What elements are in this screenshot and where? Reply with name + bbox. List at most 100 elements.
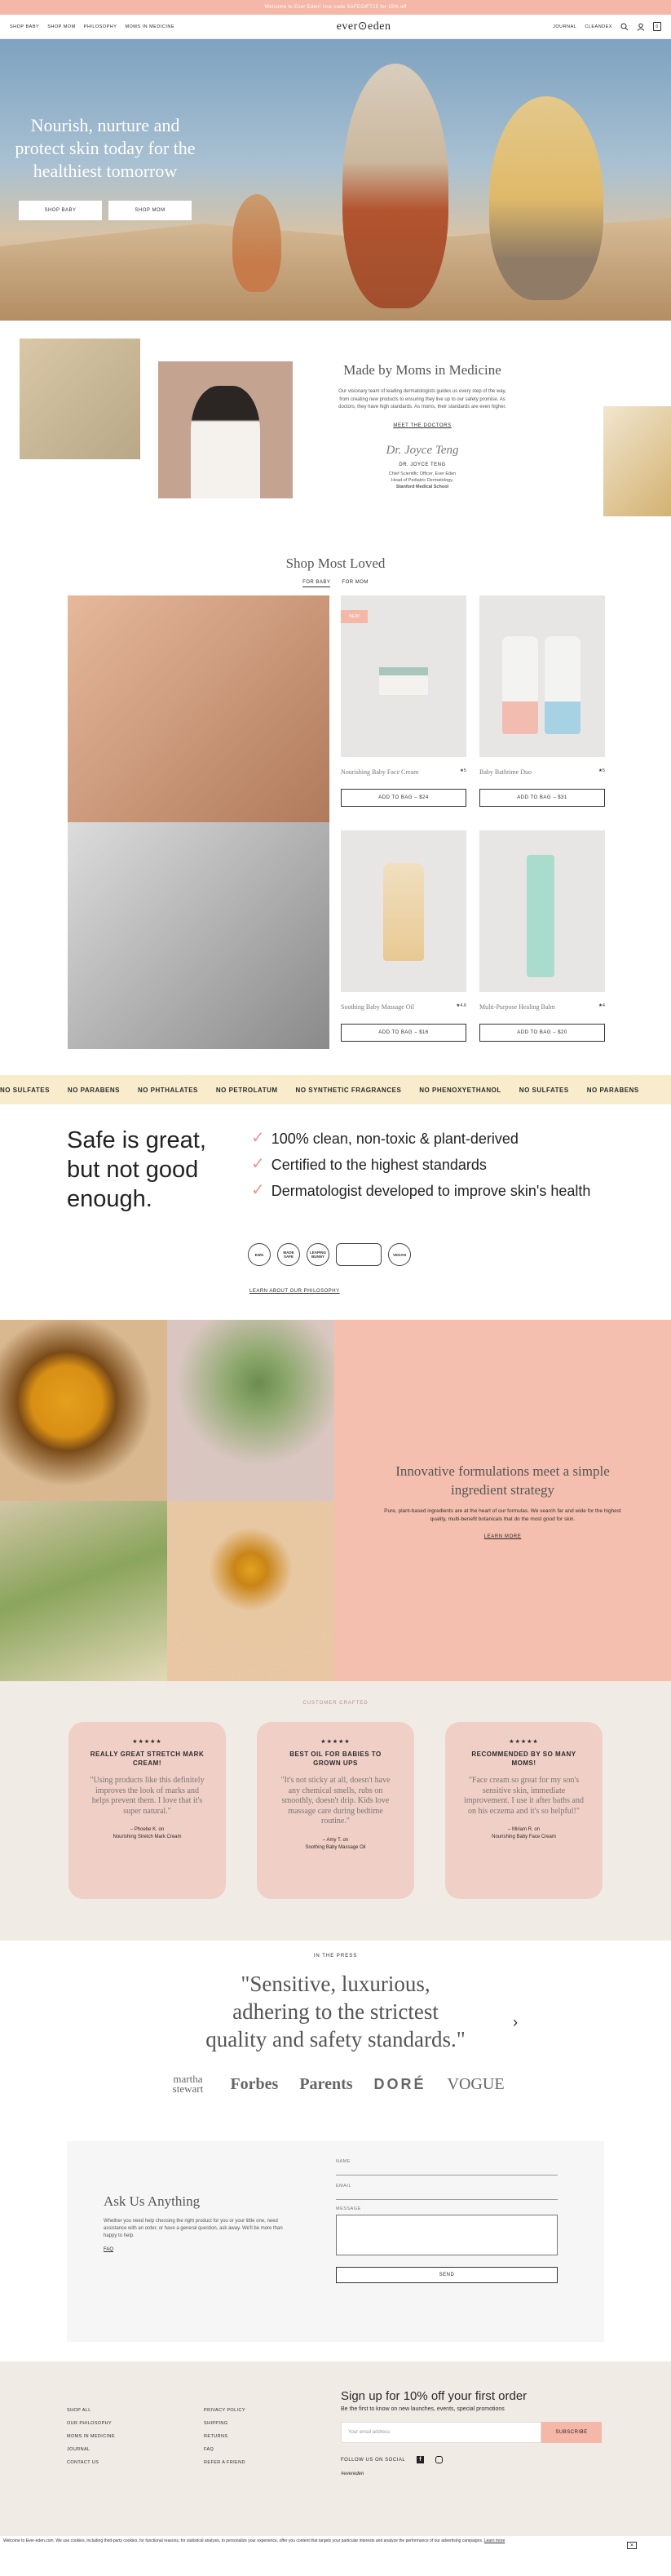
tab-for-baby[interactable]: FOR BABY — [302, 580, 331, 587]
shop-baby-button[interactable]: SHOP BABY — [19, 201, 102, 220]
nav-philosophy[interactable]: PHILOSOPHY — [84, 24, 117, 29]
nav-right: JOURNAL CLEANDEX 0 — [553, 22, 661, 31]
shop-mom-button[interactable]: SHOP MOM — [108, 201, 192, 220]
face-cream-jar — [379, 667, 428, 695]
most-loved-title: Shop Most Loved — [285, 555, 386, 571]
marquee-item: NO PHENOXYETHANOL — [419, 1086, 501, 1094]
product-image[interactable] — [479, 830, 605, 992]
product-card: Multi-Purpose Healing Balm ★4 ADD TO BAG … — [479, 830, 605, 1042]
potted-flower-image — [167, 1500, 334, 1681]
review-headline: BEST OIL FOR BABIES TO GROWN UPS — [289, 1751, 382, 1767]
safety-title: Safe is great, but not good enough. — [67, 1127, 206, 1212]
footer-link-shipping[interactable]: SHIPPING — [204, 2417, 245, 2430]
star-rating: ★★★★★ — [509, 1739, 539, 1745]
doctor-role-3: Stanford Medical School — [395, 484, 449, 489]
review-headline: RECOMMENDED BY SO MANY MOMS! — [471, 1751, 576, 1767]
ingredient-images — [0, 1320, 334, 1681]
account-icon[interactable] — [637, 23, 645, 31]
safety-item-text: Certified to the highest standards — [271, 1157, 487, 1173]
review-author-name: – Phoebe K. on — [130, 1827, 165, 1832]
add-to-bag-button[interactable]: ADD TO BAG – $20 — [479, 1024, 605, 1042]
add-to-bag-button[interactable]: ADD TO BAG – $24 — [341, 789, 466, 807]
name-field[interactable] — [336, 2164, 558, 2175]
marquee-item: NO SYNTHETIC FRAGRANCES — [295, 1086, 402, 1094]
subscribe-button[interactable]: SUBSCRIBE — [541, 2422, 602, 2443]
product-card: NEW Nourishing Baby Face Cream ★5 ADD TO … — [341, 595, 466, 807]
product-rating: ★4.6 — [456, 1003, 466, 1008]
review-product[interactable]: Nourishing Stretch Mark Cream — [86, 1834, 208, 1841]
portrait-figure — [191, 386, 260, 498]
footer-link-returns[interactable]: RETURNS — [204, 2430, 245, 2443]
chevron-right-icon[interactable]: › — [513, 2014, 518, 2031]
review-product[interactable]: Nourishing Baby Face Cream — [463, 1834, 585, 1841]
product-name[interactable]: Baby Bathtime Duo — [479, 768, 532, 776]
nav-shop-mom[interactable]: SHOP MOM — [47, 24, 75, 29]
review-product[interactable]: Soothing Baby Massage Oil — [275, 1844, 396, 1852]
review-quote: "It's not sticky at all, doesn't have an… — [280, 1776, 391, 1826]
facebook-icon[interactable]: f — [417, 2456, 425, 2463]
cart-icon[interactable]: 0 — [652, 22, 661, 31]
footer-link-privacy[interactable]: PRIVACY POLICY — [204, 2404, 245, 2417]
cookie-text: Welcome to Ever-eden.com. We use cookies… — [3, 2538, 483, 2543]
tab-for-mom[interactable]: FOR MOM — [342, 580, 369, 587]
email-input[interactable]: Your email address — [341, 2422, 541, 2443]
product-name[interactable]: Multi-Purpose Healing Balm — [479, 1003, 555, 1011]
massage-oil-bottle — [383, 863, 424, 961]
cookie-learn-more[interactable]: Learn more — [484, 2538, 505, 2543]
contact-section: Ask Us Anything Whether you need help ch… — [67, 2141, 604, 2342]
review-author-name: – Miriam R. on — [507, 1827, 540, 1832]
marquee-item: NO SULFATES — [519, 1086, 569, 1094]
philosophy-link[interactable]: LEARN ABOUT OUR PHILOSOPHY — [249, 1289, 340, 1294]
footer-link-philosophy[interactable]: OUR PHILOSOPHY — [67, 2417, 115, 2430]
doctor-signature: Dr. Joyce Teng — [386, 443, 459, 457]
hero-copy: Nourish, nurture and protect skin today … — [11, 114, 199, 220]
send-button[interactable]: SEND — [336, 2267, 558, 2283]
nav-cleandex[interactable]: CLEANDEX — [585, 24, 612, 29]
footer-link-shop-all[interactable]: SHOP ALL — [67, 2404, 115, 2417]
nav-moms-in-medicine[interactable]: MOMS IN MEDICINE — [125, 24, 174, 29]
check-icon: ✓ — [251, 1129, 265, 1147]
nav-shop-baby[interactable]: SHOP BABY — [10, 24, 39, 29]
learn-more-link[interactable]: LEARN MORE — [484, 1534, 522, 1539]
safety-item-text: 100% clean, non-toxic & plant-derived — [271, 1131, 519, 1147]
meet-doctors-link[interactable]: MEET THE DOCTORS — [393, 423, 451, 428]
product-card: Baby Bathtime Duo ★5 ADD TO BAG – $31 — [479, 595, 605, 807]
search-icon[interactable] — [620, 23, 629, 31]
faq-link[interactable]: FAQ — [104, 2247, 113, 2252]
hero-child-figure — [489, 96, 603, 300]
moms-copy: Made by Moms in Medicine Our visionary t… — [336, 361, 509, 490]
add-to-bag-button[interactable]: ADD TO BAG – $16 — [341, 1024, 466, 1042]
footer-link-contact[interactable]: CONTACT US — [67, 2456, 115, 2469]
leaf-image — [0, 1500, 167, 1681]
nav-journal[interactable]: JOURNAL — [553, 24, 576, 29]
dore-logo: DORÉ — [373, 2075, 426, 2092]
product-rating: ★5 — [598, 768, 605, 773]
promo-bar: Welcome to Ever Eden! Use code SAFEGIFT1… — [0, 0, 671, 15]
add-to-bag-button[interactable]: ADD TO BAG – $31 — [479, 789, 605, 807]
footer-link-faq[interactable]: FAQ — [204, 2443, 245, 2456]
product-name[interactable]: Nourishing Baby Face Cream — [341, 768, 418, 776]
parents-logo: Parents — [299, 2074, 353, 2093]
instagram-icon[interactable] — [435, 2456, 444, 2463]
message-field[interactable] — [336, 2215, 558, 2255]
nav-left: SHOP BABY SHOP MOM PHILOSOPHY MOMS IN ME… — [10, 24, 174, 29]
promo-text: Welcome to Ever Eden! Use code SAFEGIFT1… — [264, 5, 407, 10]
product-image[interactable]: NEW — [341, 595, 466, 757]
product-image[interactable] — [341, 830, 466, 992]
safety-section: Safe is great, but not good enough. ✓ 100… — [0, 1104, 671, 1320]
footer-link-refer[interactable]: REFER A FRIEND — [204, 2456, 245, 2469]
close-icon[interactable]: ✕ — [627, 2542, 637, 2549]
footer-link-journal[interactable]: JOURNAL — [67, 2443, 115, 2456]
footer-link-moms-in-medicine[interactable]: MOMS IN MEDICINE — [67, 2430, 115, 2443]
email-field[interactable] — [336, 2189, 558, 2200]
product-flowers-image — [20, 339, 140, 459]
product-image[interactable] — [479, 595, 605, 757]
doctor-role-2: Head of Pediatric Dermatology, — [391, 477, 454, 483]
review-card: ★★★★★ REALLY GREAT STRETCH MARK CREAM! "… — [68, 1722, 226, 1899]
safety-item-text: Dermatologist developed to improve skin'… — [271, 1183, 591, 1199]
review-author: – Amy T. on Soothing Baby Massage Oil — [275, 1837, 396, 1852]
product-name[interactable]: Soothing Baby Massage Oil — [341, 1003, 414, 1011]
safety-list: ✓ 100% clean, non-toxic & plant-derived ✓… — [251, 1129, 610, 1207]
logo[interactable]: ever⊙eden — [337, 20, 391, 33]
marquee-item: NO PHTHALATES — [137, 1086, 198, 1094]
